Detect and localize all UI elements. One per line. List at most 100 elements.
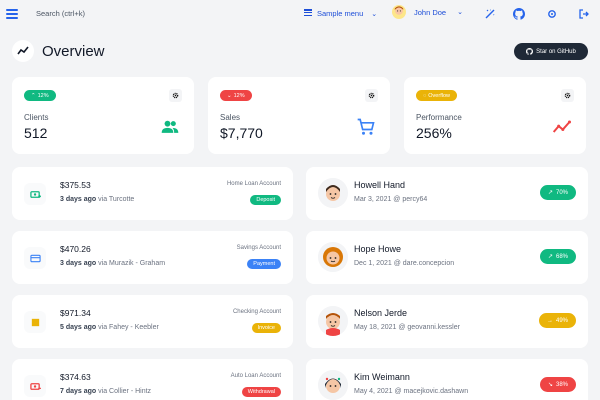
star-on-github-button[interactable]: Star on GitHub [514, 43, 588, 60]
trending-up-icon: ↗ [547, 254, 553, 260]
cart-icon [357, 118, 375, 135]
badge-text: Overflow [428, 92, 450, 99]
transaction-type-badge: Payment [247, 259, 281, 269]
transaction-amount: $374.63 [60, 372, 91, 382]
transaction-amount: $375.53 [60, 180, 91, 190]
github-button-label: Star on GitHub [536, 48, 576, 55]
client-name: Nelson Jerde [354, 308, 408, 318]
transaction-amount: $470.26 [60, 244, 91, 254]
trend-line-icon [552, 120, 571, 133]
user-name: John Doe [414, 7, 447, 17]
account-name: Savings Account [236, 245, 281, 251]
sample-menu-label: Sample menu [317, 9, 364, 18]
trend-badge: ⌄ 12% [220, 90, 252, 101]
stat-card-sales: ⌄ 12% Sales $7,770 [208, 77, 390, 154]
client-name: Howell Hand [354, 180, 406, 190]
top-navbar: Search (ctrl+k) Sample menu ⌄ John Doe ⌄ [0, 0, 600, 30]
badge-text: 12% [37, 92, 49, 99]
transaction-card: $470.26 3 days ago via Murazik - Graham … [12, 231, 293, 284]
alert-circle-icon: ◌ [423, 92, 427, 99]
trend-value: 38% [555, 381, 568, 388]
transaction-meta: 3 days ago via Murazik - Graham [60, 260, 165, 267]
transaction-type-badge: Invoice [251, 323, 281, 333]
stat-label: Performance [416, 113, 462, 122]
transaction-when: 5 days ago [60, 324, 97, 331]
page-header: Overview [12, 40, 105, 62]
account-name: Auto Loan Account [230, 373, 281, 379]
users-icon [161, 120, 179, 133]
client-meta: May 4, 2021 @ macejkovic.dashawn [354, 388, 469, 395]
cash-minus-icon [24, 375, 46, 397]
cash-icon [24, 183, 46, 205]
transaction-via: via Collier - Hintz [98, 388, 152, 395]
trending-down-icon: ↘ [547, 382, 553, 388]
page-title: Overview [42, 42, 105, 60]
stat-value: 512 [24, 125, 48, 141]
credit-card-icon [24, 247, 46, 269]
gear-icon[interactable] [561, 89, 574, 102]
gear-icon[interactable] [365, 89, 378, 102]
transaction-meta: 5 days ago via Fahey - Keebler [60, 324, 159, 331]
transaction-when: 3 days ago [60, 196, 97, 203]
search-input[interactable]: Search (ctrl+k) [36, 9, 85, 18]
client-trend-badge: ↗ 70% [539, 185, 576, 200]
stat-card-performance: ◌ Overflow Performance 256% [404, 77, 586, 154]
client-meta: Mar 3, 2021 @ percy64 [354, 196, 428, 203]
transaction-via: via Turcotte [98, 196, 135, 203]
gear-icon[interactable] [169, 89, 182, 102]
trending-up-icon: ↗ [547, 190, 553, 196]
transaction-card: $374.63 7 days ago via Collier - Hintz A… [12, 359, 293, 400]
stat-value: $7,770 [220, 125, 263, 141]
transaction-meta: 3 days ago via Turcotte [60, 196, 134, 203]
user-avatar [392, 5, 406, 19]
logout-icon[interactable] [578, 8, 590, 20]
transaction-card: $971.34 5 days ago via Fahey - Keebler C… [12, 295, 293, 348]
chart-timeline-icon [12, 40, 34, 62]
avatar [318, 306, 348, 336]
stat-value: 256% [416, 125, 452, 141]
trend-value: 70% [555, 189, 568, 196]
client-card: Nelson Jerde May 18, 2021 @ geovanni.kes… [306, 295, 588, 348]
transaction-amount: $971.34 [60, 308, 91, 318]
stat-card-clients: ⌃ 12% Clients 512 [12, 77, 194, 154]
stat-label: Sales [220, 113, 241, 122]
settings-icon[interactable] [546, 8, 558, 20]
transaction-via: via Fahey - Keebler [98, 324, 159, 331]
client-meta: Dec 1, 2021 @ dare.concepcion [354, 260, 455, 267]
client-trend-badge: ↘ 38% [539, 377, 576, 392]
account-name: Home Loan Account [226, 181, 281, 187]
menu-toggle-icon[interactable] [6, 9, 18, 21]
user-menu[interactable]: John Doe ⌄ [392, 5, 463, 19]
client-card: Kim Weimann May 4, 2021 @ macejkovic.das… [306, 359, 588, 400]
trend-badge: ⌃ 12% [24, 90, 56, 101]
transaction-when: 7 days ago [60, 388, 97, 395]
transaction-type-badge: Deposit [250, 195, 281, 205]
client-trend-badge: → 49% [538, 313, 576, 328]
theme-toggle-icon[interactable] [484, 8, 496, 20]
chevron-down-icon: ⌄ [457, 9, 463, 16]
client-trend-badge: ↗ 68% [539, 249, 576, 264]
receipt-icon [24, 311, 46, 333]
avatar [318, 370, 348, 400]
sample-menu-dropdown[interactable]: Sample menu ⌄ [304, 9, 377, 18]
github-icon[interactable] [513, 8, 525, 20]
client-meta: May 18, 2021 @ geovanni.kessler [354, 324, 460, 331]
badge-text: 12% [233, 92, 245, 99]
arrow-up-icon: ⌃ [31, 92, 36, 99]
transaction-when: 3 days ago [60, 260, 97, 267]
arrow-down-icon: ⌄ [227, 92, 232, 99]
trend-badge: ◌ Overflow [416, 90, 457, 101]
transaction-via: via Murazik - Graham [98, 260, 166, 267]
avatar [318, 178, 348, 208]
github-icon [526, 48, 534, 55]
avatar [318, 242, 348, 272]
trend-value: 68% [555, 253, 568, 260]
trend-value: 49% [555, 317, 568, 324]
transaction-meta: 7 days ago via Collier - Hintz [60, 388, 151, 395]
client-card: Hope Howe Dec 1, 2021 @ dare.concepcion … [306, 231, 588, 284]
client-name: Hope Howe [354, 244, 402, 254]
chevron-down-icon: ⌄ [371, 10, 378, 18]
account-name: Checking Account [232, 309, 281, 315]
menu-lines-icon [304, 9, 312, 17]
client-name: Kim Weimann [354, 372, 410, 382]
